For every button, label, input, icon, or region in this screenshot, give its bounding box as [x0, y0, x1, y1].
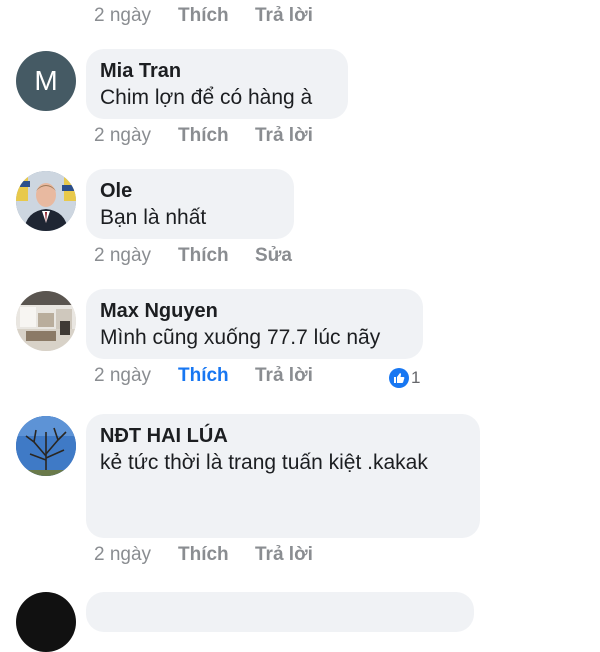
comment-actions: 2 ngày Thích Trả lời [94, 125, 394, 149]
like-button[interactable]: Thích [178, 544, 229, 566]
comment-time[interactable]: 2 ngày [94, 544, 151, 566]
comment-text: Chim lợn để có hàng à [100, 86, 313, 109]
reply-button[interactable]: Trả lời [255, 544, 313, 566]
reply-button[interactable]: Trả lời [255, 365, 313, 387]
commenter-name[interactable]: Ole [100, 178, 280, 204]
comment-time[interactable]: 2 ngày [94, 125, 151, 147]
comment-bubble[interactable]: Ole Bạn là nhất [86, 169, 294, 239]
edit-button[interactable]: Sửa [255, 245, 292, 267]
comment-bubble[interactable]: Max Nguyen Mình cũng xuống 77.7 lúc nãy [86, 289, 423, 359]
comment-bubble[interactable]: Mia Tran Chim lợn để có hàng à [86, 49, 348, 119]
reaction-count: 1 [411, 368, 421, 387]
reply-button[interactable]: Trả lời [255, 125, 313, 147]
like-button[interactable]: Thích [178, 5, 229, 27]
avatar[interactable]: M [16, 51, 76, 111]
comment-actions: 2 ngày Thích Trả lời [94, 365, 394, 389]
avatar[interactable] [16, 592, 76, 652]
commenter-name[interactable]: Mia Tran [100, 58, 334, 84]
comment-text: kẻ tức thời là trang tuấn kiệt .kakak [100, 451, 428, 474]
avatar-letter: M [34, 65, 58, 96]
comment-actions: 2 ngày Thích Sửa [94, 245, 394, 269]
thumbs-up-icon [389, 368, 409, 388]
comment-text: Bạn là nhất [100, 206, 207, 229]
comment-time[interactable]: 2 ngày [94, 5, 151, 27]
comment-time[interactable]: 2 ngày [94, 365, 151, 387]
reaction-summary[interactable]: 1 [389, 367, 420, 389]
comment-text: Mình cũng xuống 77.7 lúc nãy [100, 326, 381, 349]
commenter-name[interactable]: NĐT HAI LÚA [100, 423, 466, 449]
avatar[interactable] [16, 291, 76, 351]
comment-time[interactable]: 2 ngày [94, 245, 151, 267]
like-button[interactable]: Thích [178, 245, 229, 267]
person-photo-icon [16, 171, 76, 231]
commenter-name[interactable]: Max Nguyen [100, 298, 409, 324]
comment-bubble[interactable]: NĐT HAI LÚA kẻ tức thời là trang tuấn ki… [86, 414, 480, 538]
like-button[interactable]: Thích [178, 365, 229, 387]
comment-bubble[interactable] [86, 592, 474, 632]
tree-photo-icon [16, 416, 76, 476]
room-photo-icon [16, 291, 76, 351]
avatar[interactable] [16, 171, 76, 231]
comment-actions-previous: 2 ngày Thích Trả lời [94, 5, 394, 29]
reply-button[interactable]: Trả lời [255, 5, 313, 27]
avatar[interactable] [16, 416, 76, 476]
like-button[interactable]: Thích [178, 125, 229, 147]
comment-actions: 2 ngày Thích Trả lời [94, 544, 394, 568]
